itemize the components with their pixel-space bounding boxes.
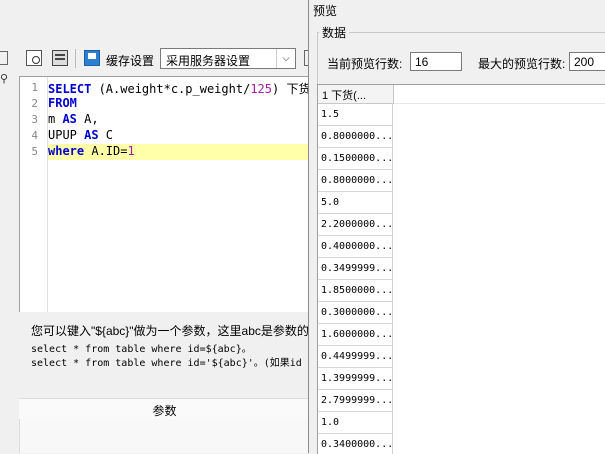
code-token: 1 (127, 144, 135, 158)
code-token: (A.weight*c.p_weight/ (91, 82, 251, 96)
sql-editor-panel: 缓存设置 采用服务器设置 ⌵ ⚲ 1 2 3 4 5 SELECT (A.weight*… (0, 0, 312, 453)
max-preview-rows-label: 最大的预览行数: (478, 57, 566, 71)
sql-code-editor[interactable]: 1 2 3 4 5 SELECT (A.weight*c.p_weight/125) 下… (19, 76, 311, 312)
table-row[interactable]: 0.3400000... (318, 434, 393, 454)
code-token: UPUP (48, 128, 85, 142)
code-line[interactable]: where A.ID=1 (48, 144, 311, 160)
code-token: A, (76, 112, 99, 126)
table-row[interactable]: 0.3499999... (318, 258, 393, 280)
code-line[interactable]: SELECT (A.weight*c.p_weight/125) 下货 (48, 80, 311, 96)
code-token: m (48, 112, 63, 126)
current-preview-rows-field[interactable]: 16 (410, 52, 462, 71)
code-token: 125 (250, 82, 272, 96)
code-token: ) 下货 (272, 82, 311, 96)
column-header[interactable]: 1 下货(... (318, 85, 394, 104)
editor-toolbar: 缓存设置 采用服务器设置 ⌵ (0, 46, 312, 72)
current-preview-rows-label: 当前预览行数: (327, 57, 403, 71)
table-row[interactable]: 0.1500000... (318, 148, 393, 170)
help-line-3: select * from table where id='${abc}'。(如… (31, 358, 302, 369)
line-number: 1 (31, 81, 38, 94)
column-header-empty (394, 85, 605, 104)
table-row[interactable]: 1.5 (318, 104, 393, 126)
table-row[interactable]: 1.6000000... (318, 324, 393, 346)
table-row[interactable]: 2.7999999... (318, 390, 393, 412)
line-number-gutter: 1 2 3 4 5 (20, 77, 48, 312)
refresh-icon[interactable] (0, 51, 8, 65)
toolbar-separator (75, 49, 76, 68)
parameter-help-text: 您可以键入"${abc}"做为一个参数，这里abc是参数的 select * f… (19, 318, 310, 398)
help-line-1: 您可以键入"${abc}"做为一个参数，这里abc是参数的 (31, 324, 309, 338)
table-row[interactable]: 5.0 (318, 192, 393, 214)
table-row[interactable]: 0.8000000... (318, 170, 393, 192)
table-row[interactable]: 2.2000000... (318, 214, 393, 236)
column-header-label: 1 下货(... (322, 90, 367, 102)
parameters-label: 参数 (152, 404, 177, 418)
code-line[interactable]: UPUP AS C (48, 128, 311, 144)
table-row[interactable]: 0.4000000... (318, 236, 393, 258)
table-row[interactable]: 1.8500000... (318, 280, 393, 302)
line-number: 4 (31, 129, 38, 142)
code-token: FROM (48, 96, 77, 110)
code-token: where (48, 144, 85, 158)
code-line[interactable]: m AS A, (48, 112, 311, 128)
preview-icon[interactable] (26, 50, 42, 66)
line-number: 5 (31, 145, 38, 158)
database-icon[interactable] (52, 50, 68, 66)
line-number: 2 (31, 97, 38, 110)
cache-settings-value: 采用服务器设置 (166, 54, 251, 68)
search-icon[interactable]: ⚲ (0, 72, 10, 88)
chevron-down-icon[interactable]: ⌵ (276, 49, 295, 68)
code-token: AS (62, 112, 77, 126)
table-row[interactable]: 1.0 (318, 412, 393, 434)
code-token: AS (84, 128, 99, 142)
preview-window-title: 预览 (313, 4, 338, 18)
code-token: SELECT (48, 82, 92, 96)
preview-window: 预览 数据 当前预览行数: 16 最大的预览行数: 200 1 下货(... 1… (308, 0, 605, 454)
code-token: A.ID= (84, 144, 128, 158)
cache-settings-select[interactable]: 采用服务器设置 ⌵ (160, 48, 296, 69)
table-row[interactable]: 0.3000000... (318, 302, 393, 324)
max-preview-rows-field[interactable]: 200 (569, 52, 605, 71)
table-row[interactable]: 1.3999999... (318, 368, 393, 390)
code-line[interactable]: FROM (48, 96, 311, 112)
cache-settings-label: 缓存设置 (106, 54, 155, 68)
cache-icon (84, 50, 100, 66)
preview-data-grid[interactable]: 1 下货(... 1.5 0.8000000... 0.1500000... 0.80… (317, 84, 605, 454)
data-group-label: 数据 (319, 24, 350, 41)
line-number: 3 (31, 113, 38, 126)
parameters-table[interactable] (19, 419, 311, 453)
table-row[interactable]: 0.4499999... (318, 346, 393, 368)
help-line-2: select * from table where id=${abc}。 (31, 344, 252, 355)
parameters-header: 参数 (19, 398, 310, 420)
code-token: C (98, 128, 114, 142)
table-row[interactable]: 0.8000000... (318, 126, 393, 148)
